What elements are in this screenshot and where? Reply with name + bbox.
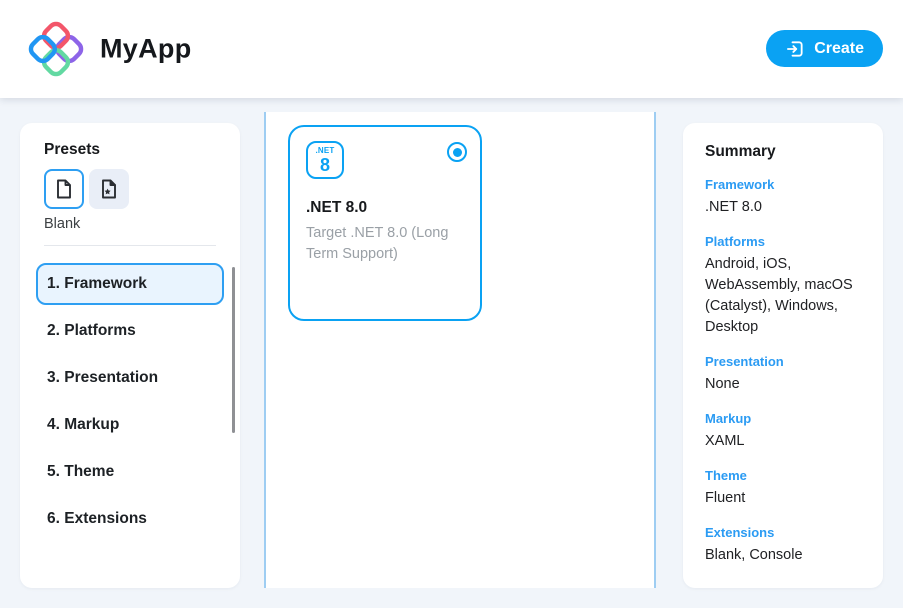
- summary-value-extensions: Blank, Console: [705, 545, 861, 566]
- dotnet-8-badge-icon: .NET 8: [306, 141, 344, 179]
- wizard-steps-list: 1. Framework 2. Platforms 3. Presentatio…: [20, 246, 240, 540]
- summary-label-presentation: Presentation: [705, 354, 861, 369]
- sidebar-scrollbar[interactable]: [232, 267, 235, 433]
- summary-label-framework: Framework: [705, 177, 861, 192]
- framework-option-title: .NET 8.0: [306, 199, 464, 217]
- step-label: 5. Theme: [47, 463, 114, 481]
- create-button-label: Create: [814, 40, 864, 58]
- step-theme[interactable]: 5. Theme: [36, 451, 224, 493]
- summary-title: Summary: [705, 143, 861, 161]
- summary-value-presentation: None: [705, 374, 861, 395]
- presets-title: Presets: [44, 141, 216, 159]
- step-framework[interactable]: 1. Framework: [36, 263, 224, 305]
- radio-dot: [453, 148, 462, 157]
- file-blank-icon: [52, 177, 76, 201]
- step-label: 4. Markup: [47, 416, 119, 434]
- summary-value-framework: .NET 8.0: [705, 197, 861, 218]
- badge-text-top: .NET: [315, 147, 334, 155]
- step-content-panel: .NET 8 .NET 8.0 Target .NET 8.0 (Long Te…: [264, 112, 656, 588]
- radio-selected-icon[interactable]: [447, 142, 467, 162]
- summary-value-platforms: Android, iOS, WebAssembly, macOS (Cataly…: [705, 254, 861, 338]
- presets-section: Presets Blank: [20, 123, 240, 246]
- step-platforms[interactable]: 2. Platforms: [36, 310, 224, 352]
- summary-value-markup: XAML: [705, 431, 861, 452]
- enter-arrow-icon: [785, 39, 805, 59]
- create-button[interactable]: Create: [766, 30, 883, 67]
- step-label: 3. Presentation: [47, 369, 158, 387]
- framework-option-description: Target .NET 8.0 (Long Term Support): [306, 223, 470, 265]
- step-label: 2. Platforms: [47, 322, 136, 340]
- summary-panel: Summary Framework .NET 8.0 Platforms And…: [683, 123, 883, 588]
- app-logo-icon: [28, 21, 84, 77]
- step-label: 1. Framework: [47, 275, 147, 293]
- selected-preset-label: Blank: [44, 216, 216, 232]
- page-title: MyApp: [100, 34, 192, 65]
- file-star-icon: [97, 177, 121, 201]
- badge-text-number: 8: [320, 156, 330, 174]
- step-extensions[interactable]: 6. Extensions: [36, 498, 224, 540]
- preset-blank-button[interactable]: [44, 169, 84, 209]
- step-markup[interactable]: 4. Markup: [36, 404, 224, 446]
- framework-option-card[interactable]: .NET 8 .NET 8.0 Target .NET 8.0 (Long Te…: [288, 125, 482, 321]
- summary-label-extensions: Extensions: [705, 525, 861, 540]
- preset-buttons-row: [44, 169, 216, 209]
- preset-starred-button[interactable]: [89, 169, 129, 209]
- summary-label-platforms: Platforms: [705, 234, 861, 249]
- wizard-sidebar: Presets Blank 1. Framework 2. Platforms …: [20, 123, 240, 588]
- app-header: MyApp Create: [0, 0, 903, 98]
- step-label: 6. Extensions: [47, 510, 147, 528]
- step-presentation[interactable]: 3. Presentation: [36, 357, 224, 399]
- summary-label-theme: Theme: [705, 468, 861, 483]
- summary-label-markup: Markup: [705, 411, 861, 426]
- summary-value-theme: Fluent: [705, 488, 861, 509]
